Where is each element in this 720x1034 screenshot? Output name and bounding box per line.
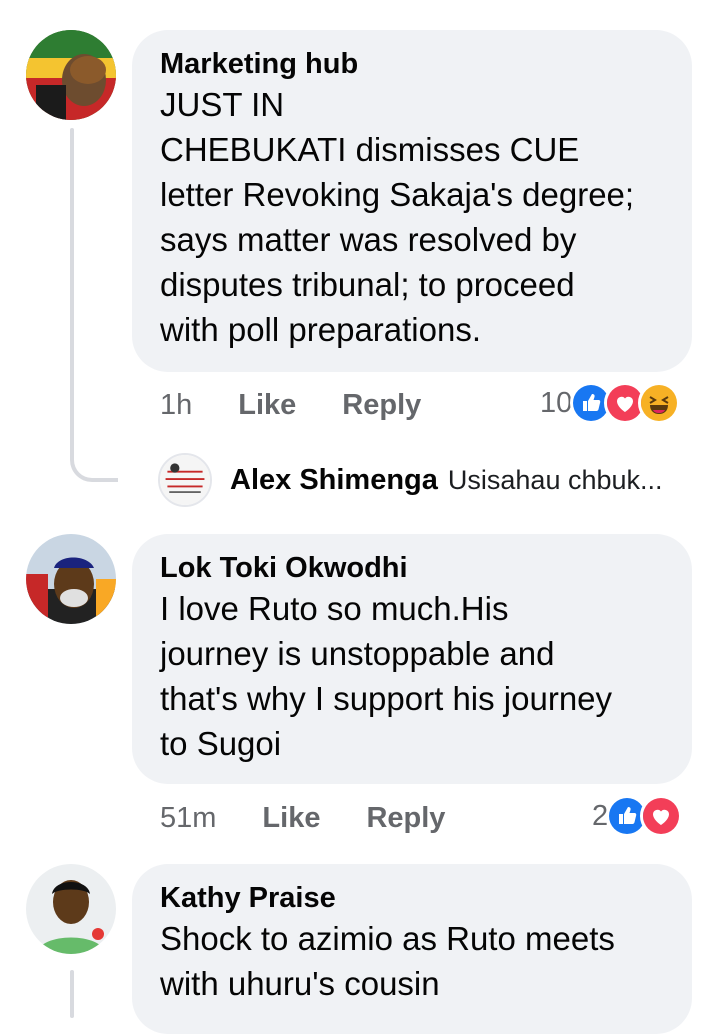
comment-bubble: Marketing hub JUST IN CHEBUKATI dismisse… <box>132 30 692 372</box>
like-button[interactable]: Like <box>262 802 320 835</box>
reply-text: Usisahau chbuk... <box>447 464 663 495</box>
comment-bubble: Lok Toki Okwodhi I love Ruto so much.His… <box>132 534 692 784</box>
comment-text: I love Ruto so much.His journey is unsto… <box>160 590 613 762</box>
reaction-count: 10 <box>540 386 573 419</box>
comment-text: Shock to azimio as Ruto meets with uhuru… <box>160 920 615 1002</box>
comment-author[interactable]: Kathy Praise <box>160 880 666 916</box>
reply-button[interactable]: Reply <box>342 389 421 422</box>
avatar-marketing-hub[interactable] <box>26 30 116 120</box>
avatar-image <box>26 864 116 954</box>
comment-text: JUST IN CHEBUKATI dismisses CUE letter R… <box>160 86 635 348</box>
thread-line <box>70 128 74 458</box>
reply-preview[interactable]: Alex Shimenga Usisahau chbuk... <box>158 452 663 508</box>
avatar-image <box>26 534 116 624</box>
thread-connector <box>70 440 118 482</box>
reaction-summary[interactable]: 10 <box>540 381 681 425</box>
haha-icon <box>638 382 681 424</box>
reaction-summary[interactable]: 2 <box>592 794 683 838</box>
avatar-alex-shimenga <box>158 453 212 507</box>
reply-button[interactable]: Reply <box>366 802 445 835</box>
avatar-lok-toki-okwodhi[interactable] <box>26 534 116 624</box>
reply-author[interactable]: Alex Shimenga <box>230 464 438 497</box>
love-icon <box>640 795 683 837</box>
comment-actions: 1h Like Reply <box>160 383 467 427</box>
comment-bubble: Kathy Praise Shock to azimio as Ruto mee… <box>132 864 692 1034</box>
comment-time[interactable]: 1h <box>160 389 192 422</box>
avatar-image <box>26 30 116 120</box>
comment-actions: 51m Like Reply <box>160 796 491 840</box>
comment-time[interactable]: 51m <box>160 802 216 835</box>
avatar-kathy-praise[interactable] <box>26 864 116 954</box>
comment-author[interactable]: Lok Toki Okwodhi <box>160 550 666 586</box>
thread-line <box>70 970 74 1018</box>
like-button[interactable]: Like <box>238 389 296 422</box>
comment-author[interactable]: Marketing hub <box>160 46 666 82</box>
